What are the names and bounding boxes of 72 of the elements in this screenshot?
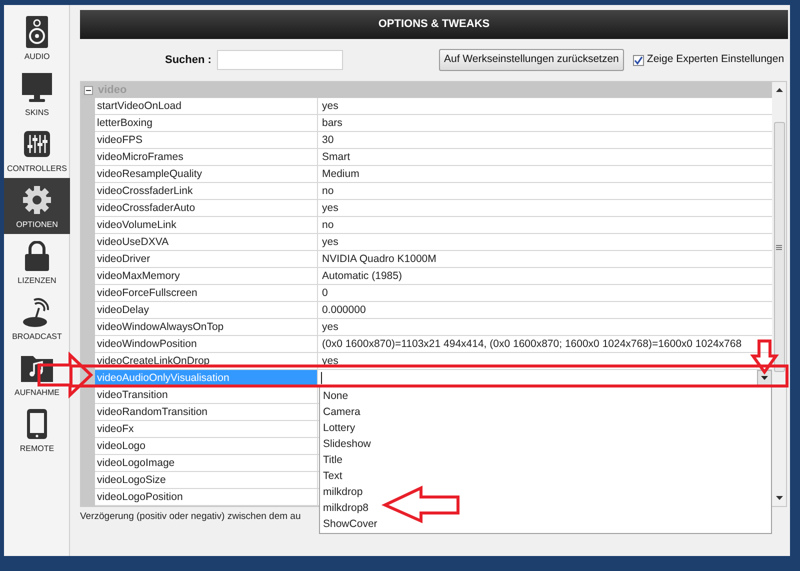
property-name[interactable]: videoLogo bbox=[95, 438, 318, 455]
dropdown-option[interactable]: milkdrop bbox=[320, 484, 771, 500]
property-name[interactable]: startVideoOnLoad bbox=[95, 98, 318, 115]
down-arrow bbox=[750, 340, 779, 375]
caret-icon bbox=[761, 376, 768, 380]
property-name[interactable]: videoVolumeLink bbox=[95, 217, 318, 234]
dropdown-option[interactable]: Text bbox=[320, 468, 771, 484]
property-value: yes bbox=[318, 98, 772, 115]
property-value: (0x0 1600x870)=1103x21 494x414, (0x0 1600x870; 1600x0 1024x768)=1600x0 1024x768 bbox=[318, 336, 772, 353]
monitor-icon bbox=[22, 72, 52, 102]
reset-button[interactable]: Auf Werkseinstellungen zurücksetzen bbox=[439, 49, 624, 71]
sidebar-item[interactable]: REMOTE bbox=[4, 402, 70, 458]
expert-checkbox[interactable] bbox=[632, 54, 644, 66]
dropdown-option[interactable]: milkdrop8 bbox=[320, 500, 771, 516]
property-name[interactable]: videoWindowAlwaysOnTop bbox=[95, 319, 318, 336]
scroll-down-icon bbox=[776, 496, 782, 500]
property-name[interactable]: videoLogoSize bbox=[95, 472, 318, 489]
property-value: yes bbox=[318, 234, 772, 251]
dropdown-option[interactable]: ShowCover bbox=[320, 516, 771, 532]
property-name[interactable]: videoLogoImage bbox=[95, 455, 318, 472]
grip-icon bbox=[776, 244, 782, 250]
dropdown-option[interactable]: Camera bbox=[320, 404, 771, 420]
property-value: Smart bbox=[318, 149, 772, 166]
search-field[interactable] bbox=[217, 50, 343, 70]
property-name[interactable]: videoTransition bbox=[95, 387, 318, 404]
property-name[interactable]: videoFx bbox=[95, 421, 318, 438]
sidebar-item[interactable]: OPTIONEN bbox=[4, 178, 70, 234]
property-name[interactable]: videoDelay bbox=[95, 302, 318, 319]
dropdown-option[interactable]: None bbox=[320, 388, 771, 404]
property-value: NVIDIA Quadro K1000M bbox=[318, 251, 772, 268]
property-name[interactable]: videoResampleQuality bbox=[95, 166, 318, 183]
property-name[interactable]: videoCrossfaderAuto bbox=[95, 200, 318, 217]
property-name[interactable]: videoMicroFrames bbox=[95, 149, 318, 166]
property-name[interactable]: videoUseDXVA bbox=[95, 234, 318, 251]
property-name[interactable]: videoWindowPosition bbox=[95, 336, 318, 353]
status-text: Verzögerung (positiv oder negativ) zwischen dem au bbox=[80, 510, 301, 524]
property-name[interactable]: videoForceFullscreen bbox=[95, 285, 318, 302]
sidebar-item[interactable]: LIZENZEN bbox=[4, 234, 70, 290]
sidebar-item[interactable]: SKINS bbox=[4, 66, 70, 122]
property-value: yes bbox=[318, 200, 772, 217]
property-value: Medium bbox=[318, 166, 772, 183]
property-name[interactable]: videoMaxMemory bbox=[95, 268, 318, 285]
property-name[interactable]: videoRandomTransition bbox=[95, 404, 318, 421]
property-value: 0 bbox=[318, 285, 772, 302]
lock-icon bbox=[25, 240, 49, 270]
speaker-icon bbox=[26, 16, 48, 48]
property-name[interactable]: videoFPS bbox=[95, 132, 318, 149]
property-name[interactable]: videoDriver bbox=[95, 251, 318, 268]
antenna-icon bbox=[22, 296, 52, 328]
property-value: 0.000000 bbox=[318, 302, 772, 319]
expert-label: Zeige Experten Einstellungen bbox=[646, 52, 784, 68]
sidebar-item[interactable]: AUDIO bbox=[4, 10, 70, 66]
property-name[interactable]: letterBoxing bbox=[95, 115, 318, 132]
dropdown-option[interactable]: Slideshow bbox=[320, 436, 771, 452]
property-name[interactable]: videoLogoPosition bbox=[95, 489, 318, 506]
scroll-up-icon bbox=[776, 88, 782, 92]
property-value: bars bbox=[318, 115, 772, 132]
property-value: no bbox=[318, 183, 772, 200]
dropdown-option[interactable]: Title bbox=[320, 452, 771, 468]
page-title: OPTIONS & TWEAKS bbox=[378, 17, 490, 32]
dropdown-option[interactable]: Lottery bbox=[320, 420, 771, 436]
search-label: Suchen : bbox=[165, 52, 212, 68]
tablet-icon bbox=[27, 408, 47, 438]
property-value: no bbox=[318, 217, 772, 234]
sidebar-item[interactable]: CONTROLLERS bbox=[4, 122, 70, 178]
property-value: Automatic (1985) bbox=[318, 268, 772, 285]
sidebar-item[interactable]: BROADCAST bbox=[4, 290, 70, 346]
mixer-icon bbox=[24, 130, 50, 156]
property-name[interactable]: videoCrossfaderLink bbox=[95, 183, 318, 200]
sidebar-item[interactable]: AUFNAHME bbox=[4, 346, 70, 402]
property-value: yes bbox=[318, 319, 772, 336]
property-value: 30 bbox=[318, 132, 772, 149]
